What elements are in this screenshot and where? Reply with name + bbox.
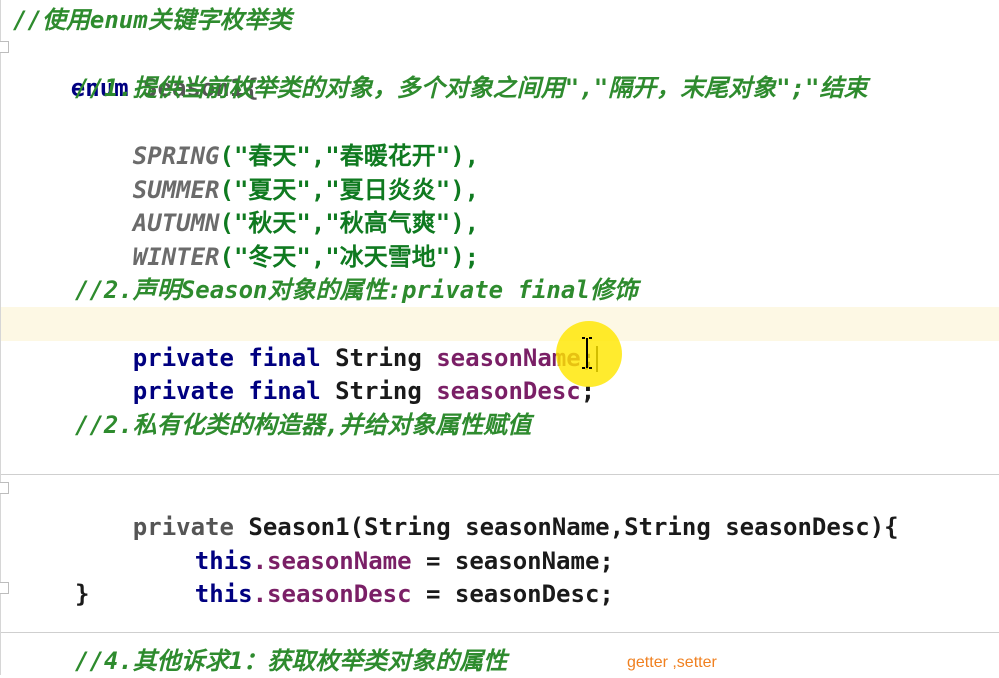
comment-declare-fields: //2.声明Season对象的属性:private final修饰 (75, 276, 638, 304)
constant-args: ("冬天","冰天雪地"); (219, 243, 480, 271)
enum-constant-spring: SPRING("春天","春暖花开"), (75, 105, 479, 170)
fold-marker-icon[interactable] (0, 482, 9, 494)
enum-constant-winter: WINTER("冬天","冰天雪地"); (75, 206, 479, 271)
field-declaration-season-desc: private final String seasonDesc; (75, 340, 595, 405)
field-name: seasonDesc (436, 377, 581, 405)
enum-constant-summer: SUMMER("夏天","夏日炎炎"), (75, 139, 479, 204)
assigned-field: .seasonDesc (252, 580, 412, 608)
fold-divider (1, 474, 999, 475)
assign-season-name: this.seasonName = seasonName; (137, 510, 614, 575)
constructor-signature: private Season1(String seasonName,String… (75, 476, 899, 541)
enum-constant-autumn: AUTUMN("秋天","秋高气爽"), (75, 172, 479, 237)
fold-marker-icon[interactable] (0, 582, 9, 594)
comment-provide-objects: //1.提供当前枚举类的对象，多个对象之间用","隔开，末尾对象";"结束 (75, 74, 868, 102)
enum-declaration-line: enum Season1{ (13, 37, 259, 102)
ibeam-cursor-icon (582, 337, 592, 369)
assign-season-desc: this.seasonDesc = seasonDesc; (137, 543, 614, 608)
fold-marker-icon[interactable] (0, 41, 9, 53)
annotation-note: getter ,setter (627, 654, 717, 671)
field-declaration-season-name: private final String seasonName; (75, 307, 599, 372)
code-editor[interactable]: //使用enum关键字枚举类 enum Season1{ //1.提供当前枚举类… (0, 0, 999, 675)
comment-other-requirements: //4.其他诉求1：获取枚举类对象的属性 (75, 647, 508, 675)
comment-private-constructor: //2.私有化类的构造器,并给对象属性赋值 (75, 411, 532, 439)
constant-name: WINTER (132, 243, 220, 271)
comment-use-enum: //使用enum关键字枚举类 (13, 6, 292, 34)
semicolon: ; (580, 377, 596, 405)
field-type: String (320, 377, 437, 405)
assign-expression: = seasonDesc; (411, 580, 614, 608)
field-modifiers: private final (132, 377, 321, 405)
this-keyword: this (194, 580, 253, 608)
closing-brace: } (75, 580, 90, 608)
